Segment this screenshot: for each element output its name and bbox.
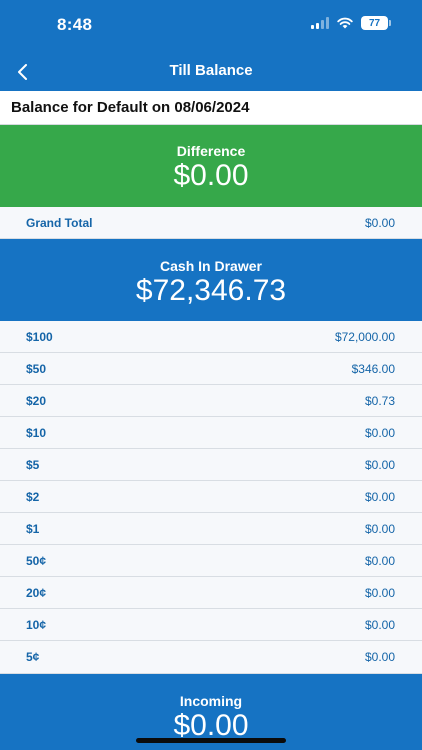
denomination-value: $0.00: [364, 457, 395, 472]
cash-in-drawer-label: Cash In Drawer: [160, 258, 262, 274]
denomination-row[interactable]: $1 $0.00: [0, 513, 422, 545]
denomination-label: 10¢: [26, 617, 47, 632]
status-time: 8:48: [57, 15, 93, 34]
denomination-row[interactable]: $5 $0.00: [0, 449, 422, 481]
denomination-row[interactable]: $100 $72,000.00: [0, 321, 422, 353]
incoming-label: Incoming: [179, 693, 243, 709]
denomination-label: 5¢: [26, 650, 40, 664]
denomination-value: $0.00: [364, 585, 395, 600]
denomination-label: $100: [26, 329, 53, 344]
denomination-row[interactable]: $10 $0.00: [0, 417, 422, 449]
denomination-row[interactable]: 10¢ $0.00: [0, 609, 422, 641]
difference-summary: Difference $0.00: [0, 125, 422, 207]
denomination-row[interactable]: 50¢ $0.00: [0, 545, 422, 577]
battery-level: 77: [368, 17, 381, 29]
balance-subtitle: Balance for Default on 08/06/2024: [0, 91, 422, 125]
denomination-label: $1: [26, 521, 40, 536]
denomination-value: $0.00: [364, 489, 395, 504]
cash-in-drawer-value: $72,346.73: [135, 274, 287, 307]
denomination-row[interactable]: $50 $346.00: [0, 353, 422, 385]
denomination-label: $5: [26, 457, 40, 472]
denomination-label: $50: [26, 361, 47, 376]
denomination-label: $10: [26, 425, 47, 440]
grand-total-value: $0.00: [364, 215, 395, 230]
wifi-icon: [337, 17, 353, 29]
battery-icon: 77: [361, 16, 391, 30]
cellular-signal-icon: [311, 17, 329, 29]
status-icons: 77: [311, 16, 391, 30]
denomination-value: $0.00: [364, 521, 395, 536]
denomination-value: $0.00: [364, 553, 395, 568]
page-title: Till Balance: [169, 62, 253, 79]
denomination-value: $72,000.00: [334, 329, 395, 344]
denomination-label: 20¢: [26, 585, 47, 600]
denomination-row[interactable]: $20 $0.73: [0, 385, 422, 417]
denomination-label: $2: [26, 489, 40, 504]
grand-total-label: Grand Total: [26, 215, 93, 230]
app-header: 8:48 77 Till Balance: [0, 0, 422, 91]
denomination-value: $0.00: [364, 617, 395, 632]
denomination-label: $20: [26, 393, 47, 408]
difference-value: $0.00: [173, 159, 249, 192]
denomination-label: 50¢: [26, 553, 47, 568]
grand-total-row: Grand Total $0.00: [0, 207, 422, 239]
denomination-row[interactable]: 20¢ $0.00: [0, 577, 422, 609]
difference-label: Difference: [176, 143, 246, 159]
denomination-value: $0.00: [364, 425, 395, 440]
home-indicator[interactable]: [136, 738, 286, 743]
denomination-value: $0.73: [364, 393, 395, 408]
denomination-value: $0.00: [364, 650, 395, 664]
denomination-value: $346.00: [351, 361, 395, 376]
denomination-row[interactable]: $2 $0.00: [0, 481, 422, 513]
cash-in-drawer-summary: Cash In Drawer $72,346.73: [0, 239, 422, 321]
denomination-row[interactable]: 5¢ $0.00: [0, 641, 422, 674]
